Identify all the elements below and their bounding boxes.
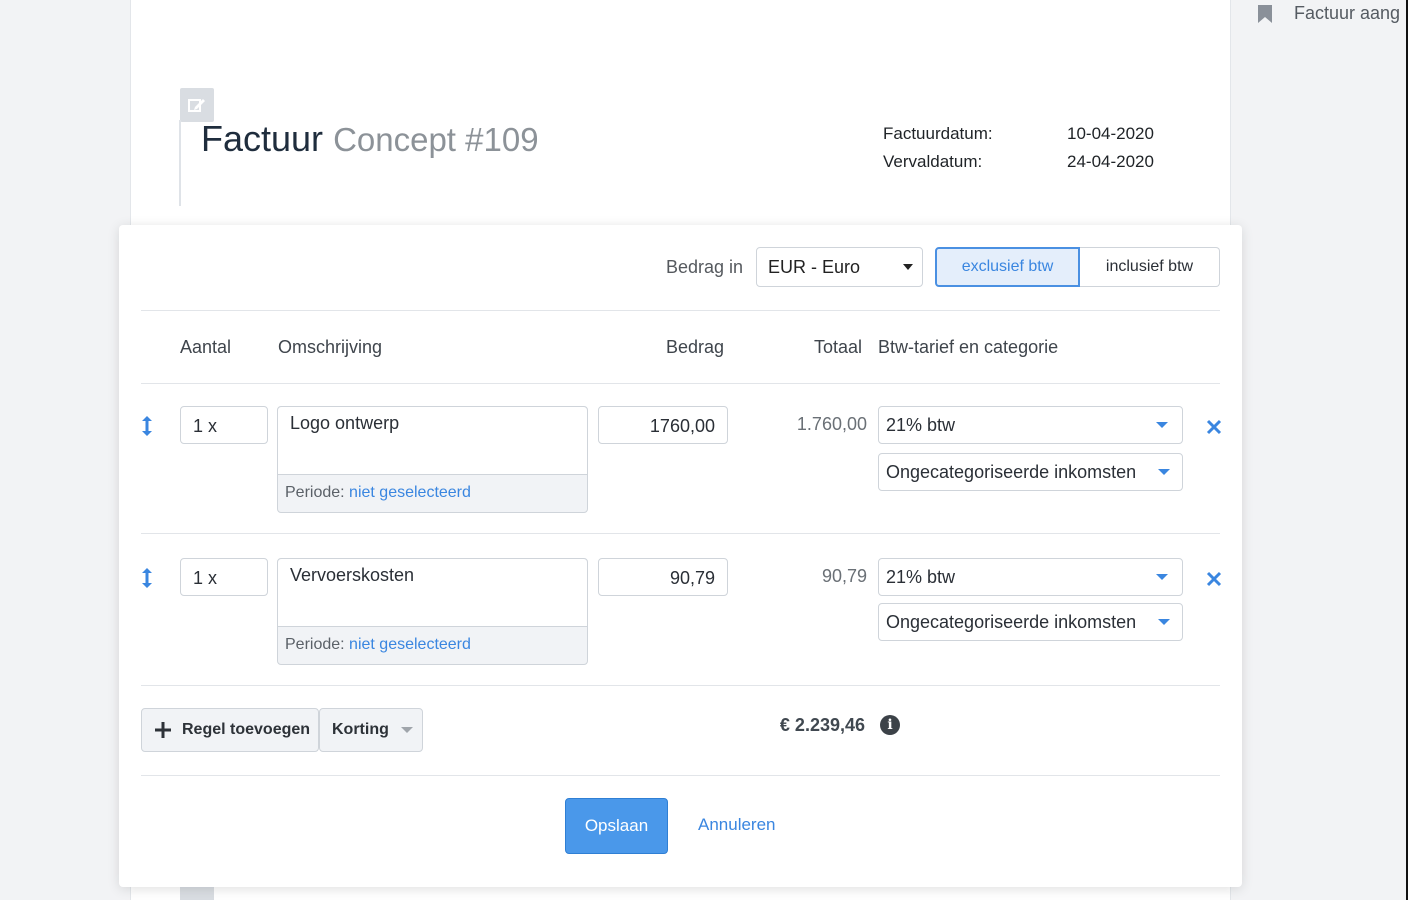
drag-handle-icon[interactable] — [141, 416, 153, 436]
period-label: Periode: — [285, 484, 345, 501]
description-field[interactable]: Logo ontwerp Periode: niet geselecteerd — [277, 406, 588, 513]
category-select[interactable]: Ongecategoriseerde inkomsten — [878, 603, 1183, 641]
currency-label: Bedrag in — [666, 257, 744, 277]
drag-handle-icon[interactable] — [141, 568, 153, 588]
sidebar-item-invoice[interactable]: Factuur aang — [1256, 0, 1400, 26]
amount-input[interactable]: 1760,00 — [598, 406, 728, 444]
edit-tab-bottom — [180, 886, 214, 900]
chevron-down-icon — [1156, 422, 1168, 428]
invoice-line-editor: Bedrag in EUR - Euro exclusief btw inclu… — [119, 225, 1242, 887]
period-link[interactable]: niet geselecteerd — [349, 636, 471, 653]
period-row: Periode: niet geselecteerd — [278, 475, 587, 511]
chevron-down-icon — [400, 727, 413, 733]
save-button[interactable]: Opslaan — [565, 798, 668, 854]
close-icon[interactable] — [1206, 419, 1222, 435]
currency-bar: Bedrag in EUR - Euro exclusief btw inclu… — [119, 247, 1220, 287]
column-header-total: Totaal — [814, 337, 863, 357]
period-label: Periode: — [285, 636, 345, 653]
column-header-vat: Btw-tarief en categorie — [878, 337, 1059, 357]
vat-rate-select[interactable]: 21% btw — [878, 406, 1183, 444]
invoice-date-row: Factuurdatum: 10-04-2020 — [883, 120, 1154, 148]
category-value: Ongecategoriseerde inkomsten — [886, 612, 1137, 632]
chevron-down-icon — [903, 264, 913, 270]
divider — [141, 685, 1220, 686]
discount-label: Korting — [332, 721, 389, 738]
invoice-date-value: 10-04-2020 — [1067, 124, 1154, 143]
line-total: 90,79 — [821, 566, 867, 586]
sidebar-item-label: Factuur aang — [1294, 2, 1401, 23]
divider — [141, 383, 1220, 384]
divider — [141, 775, 1220, 776]
category-value: Ongecategoriseerde inkomsten — [886, 462, 1137, 482]
inclusive-vat-button[interactable]: inclusief btw — [1080, 247, 1220, 287]
bookmark-icon — [1258, 5, 1272, 23]
category-select[interactable]: Ongecategoriseerde inkomsten — [878, 453, 1183, 491]
column-header-amount: Bedrag — [666, 337, 725, 357]
currency-select[interactable]: EUR - Euro — [756, 247, 923, 287]
invoice-subtitle: Concept #109 — [333, 121, 539, 158]
quantity-input[interactable]: 1 x — [180, 558, 268, 596]
vat-rate-select[interactable]: 21% btw — [878, 558, 1183, 596]
quantity-input[interactable]: 1 x — [180, 406, 268, 444]
page-title: Factuur Concept #109 — [201, 118, 539, 160]
period-link[interactable]: niet geselecteerd — [349, 484, 471, 501]
line-total: 1.760,00 — [796, 414, 867, 434]
close-icon[interactable] — [1206, 571, 1222, 587]
grand-total: € 2.239,46 — [779, 715, 865, 735]
info-icon[interactable]: i — [880, 715, 900, 735]
vat-rate-value: 21% btw — [886, 567, 956, 587]
period-row: Periode: niet geselecteerd — [278, 627, 587, 663]
add-line-button[interactable]: Regel toevoegen — [141, 708, 319, 752]
exclusive-vat-button[interactable]: exclusief btw — [935, 247, 1080, 287]
description-input[interactable]: Logo ontwerp — [278, 407, 587, 475]
plus-icon — [155, 722, 171, 738]
invoice-dates: Factuurdatum: 10-04-2020 Vervaldatum: 24… — [883, 120, 1154, 176]
due-date-row: Vervaldatum: 24-04-2020 — [883, 148, 1154, 176]
vat-rate-value: 21% btw — [886, 415, 956, 435]
description-field[interactable]: Vervoerskosten Periode: niet geselecteer… — [277, 558, 588, 665]
edit-icon[interactable] — [180, 88, 214, 122]
add-line-label: Regel toevoegen — [182, 721, 311, 738]
chevron-down-icon — [1158, 469, 1170, 475]
tax-toggle: exclusief btw inclusief btw — [935, 247, 1220, 287]
description-input[interactable]: Vervoerskosten — [278, 559, 587, 627]
amount-input[interactable]: 90,79 — [598, 558, 728, 596]
divider — [141, 310, 1220, 311]
column-header-description: Omschrijving — [278, 337, 383, 357]
due-date-label: Vervaldatum: — [883, 152, 983, 171]
invoice-title: Factuur — [201, 118, 324, 159]
column-header-quantity: Aantal — [180, 337, 232, 357]
currency-value: EUR - Euro — [768, 257, 861, 277]
discount-button[interactable]: Korting — [319, 708, 423, 752]
cancel-button[interactable]: Annuleren — [698, 815, 776, 835]
invoice-date-label: Factuurdatum: — [883, 124, 993, 143]
due-date-value: 24-04-2020 — [1067, 152, 1154, 171]
document-margin-rule — [179, 120, 181, 206]
divider — [141, 533, 1220, 534]
chevron-down-icon — [1158, 619, 1170, 625]
chevron-down-icon — [1156, 574, 1168, 580]
